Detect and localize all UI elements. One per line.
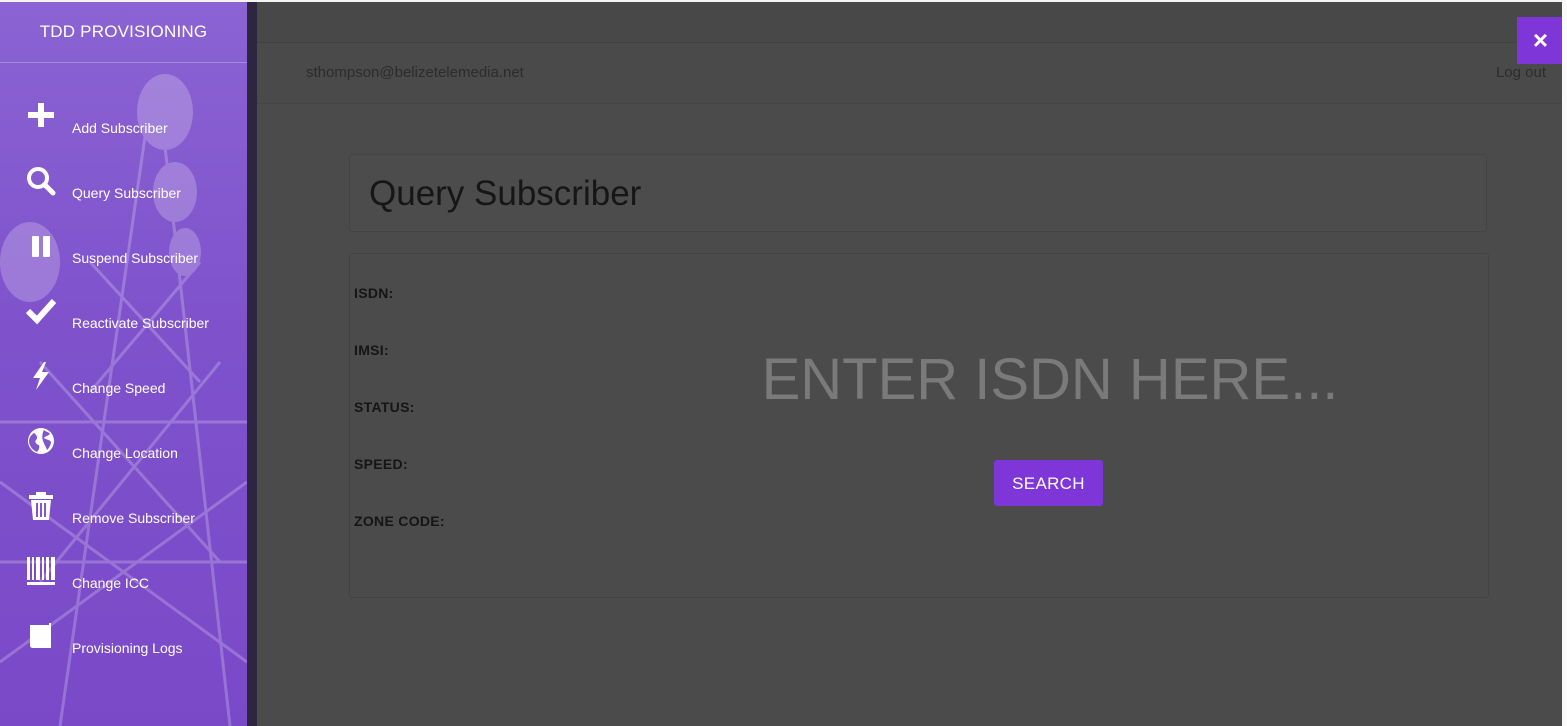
sidebar-item-label: Change ICC	[72, 575, 150, 591]
sidebar-item-label: Change Location	[72, 445, 178, 461]
check-icon	[25, 295, 57, 327]
plus-icon	[25, 100, 57, 132]
sidebar-item-change-speed[interactable]: Change Speed	[0, 360, 247, 420]
search-button[interactable]: SEARCH	[994, 460, 1103, 506]
sidebar-title: TDD PROVISIONING	[0, 2, 247, 63]
isdn-label: ISDN:	[354, 285, 394, 301]
sidebar-item-query-subscriber[interactable]: Query Subscriber	[0, 165, 247, 225]
sidebar-item-label: Remove Subscriber	[72, 510, 195, 526]
book-icon	[25, 620, 57, 652]
bolt-icon	[25, 360, 57, 392]
sidebar-item-reactivate-subscriber[interactable]: Reactivate Subscriber	[0, 295, 247, 355]
sidebar-item-label: Change Speed	[72, 380, 166, 396]
sidebar-shadow-edge	[247, 2, 257, 726]
user-email: sthompson@belizetelemedia.net	[306, 64, 524, 81]
isdn-input[interactable]	[700, 344, 1400, 414]
zone-code-label: ZONE CODE:	[354, 513, 445, 529]
close-menu-button[interactable]: ×	[1517, 17, 1564, 64]
globe-icon	[25, 425, 57, 457]
sidebar-item-label: Query Subscriber	[72, 185, 181, 201]
sidebar-item-change-icc[interactable]: Change ICC	[0, 555, 247, 615]
sidebar-item-label: Add Subscriber	[72, 120, 168, 136]
query-form-panel: ISDN: IMSI: STATUS: SPEED: ZONE CODE: SE…	[349, 253, 1489, 598]
imsi-label: IMSI:	[354, 342, 389, 358]
sidebar-item-label: Reactivate Subscriber	[72, 315, 209, 331]
sidebar-item-remove-subscriber[interactable]: Remove Subscriber	[0, 490, 247, 550]
barcode-icon	[25, 555, 57, 587]
sidebar-item-label: Provisioning Logs	[72, 640, 183, 656]
window-right-edge	[1562, 0, 1567, 726]
speed-label: SPEED:	[354, 456, 408, 472]
pause-icon	[25, 230, 57, 262]
search-icon	[25, 165, 57, 197]
sidebar-item-change-location[interactable]: Change Location	[0, 425, 247, 485]
logout-link[interactable]: Log out	[1496, 64, 1546, 81]
sidebar-item-label: Suspend Subscriber	[72, 250, 199, 266]
trash-icon	[25, 490, 57, 522]
sidebar-item-suspend-subscriber[interactable]: Suspend Subscriber	[0, 230, 247, 290]
status-label: STATUS:	[354, 399, 415, 415]
sidebar: TDD PROVISIONING Add Subscriber Query Su…	[0, 2, 247, 726]
page-title: Query Subscriber	[369, 174, 642, 213]
header-bar: sthompson@belizetelemedia.net Log out	[257, 43, 1567, 104]
top-band	[257, 2, 1567, 43]
page-title-panel: Query Subscriber	[349, 154, 1487, 232]
sidebar-item-provisioning-logs[interactable]: Provisioning Logs	[0, 620, 247, 680]
sidebar-item-add-subscriber[interactable]: Add Subscriber	[0, 100, 247, 160]
